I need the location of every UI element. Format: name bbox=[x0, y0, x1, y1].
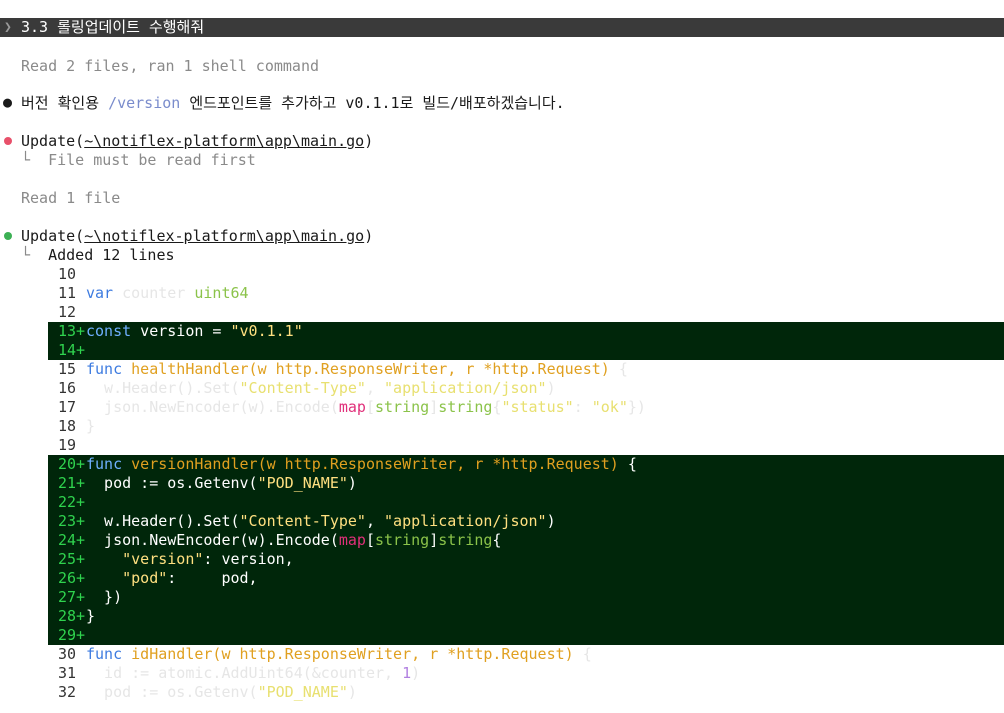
message-route: /version bbox=[108, 94, 181, 112]
diff-line: 31 id := atomic.AddUint64(&counter, 1) bbox=[57, 664, 421, 682]
diff-line-added: 22+ bbox=[48, 493, 1004, 512]
diff-line: 11 var counter uint64 bbox=[57, 284, 249, 302]
diff-view: 10 11 var counter uint64 12 13+const ver… bbox=[48, 265, 1004, 702]
diff-line: 30 func idHandler(w http.ResponseWriter,… bbox=[57, 645, 592, 663]
diff-line-added: 21+ pod := os.Getenv("POD_NAME") bbox=[48, 474, 1004, 493]
diff-line: 18 } bbox=[57, 417, 96, 435]
diff-line: 16 w.Header().Set("Content-Type", "appli… bbox=[57, 379, 556, 397]
update-1-result-text: File must be read first bbox=[48, 151, 256, 169]
update-1-header: Update(~\notiflex-platform\app\main.go) bbox=[21, 132, 373, 151]
update-1-close: ) bbox=[364, 132, 374, 150]
update-2-result: └ Added 12 lines bbox=[21, 246, 175, 265]
diff-line-added: 25+ "version": version, bbox=[48, 550, 1004, 569]
diff-line-added: 29+ bbox=[48, 626, 1004, 645]
update-1-result: └ File must be read first bbox=[21, 151, 256, 170]
error-dot-icon bbox=[4, 137, 12, 145]
diff-line-added: 26+ "pod": pod, bbox=[48, 569, 1004, 588]
update-2-header: Update(~\notiflex-platform\app\main.go) bbox=[21, 227, 373, 246]
diff-line-added: 28+} bbox=[48, 607, 1004, 626]
update-1-file-link[interactable]: ~\notiflex-platform\app\main.go bbox=[84, 132, 364, 150]
update-2-close: ) bbox=[364, 227, 374, 245]
diff-line: 15 func healthHandler(w http.ResponseWri… bbox=[57, 360, 628, 378]
status-read-files: Read 2 files, ran 1 shell command bbox=[21, 57, 320, 75]
diff-line: 17 json.NewEncoder(w).Encode(map[string]… bbox=[57, 398, 646, 416]
diff-line-added: 13+const version = "v0.1.1" bbox=[48, 322, 1004, 341]
update-2-file-link[interactable]: ~\notiflex-platform\app\main.go bbox=[84, 227, 364, 245]
success-dot-icon bbox=[4, 232, 12, 240]
message-text-before: 버전 확인용 bbox=[21, 94, 109, 112]
update-1-label: Update( bbox=[21, 132, 85, 150]
diff-line-added: 24+ json.NewEncoder(w).Encode(map[string… bbox=[48, 531, 1004, 550]
diff-line-added: 20+func versionHandler(w http.ResponseWr… bbox=[48, 455, 1004, 474]
diff-line-added: 23+ w.Header().Set("Content-Type", "appl… bbox=[48, 512, 1004, 531]
prompt-bar: ❯ 3.3 롤링업데이트 수행해줘 bbox=[0, 18, 1004, 37]
prompt-text: 3.3 롤링업데이트 수행해줘 bbox=[21, 18, 205, 36]
diff-line-added: 14+ bbox=[48, 341, 1004, 360]
message-text-after: 엔드포인트를 추가하고 v0.1.1로 빌드/배포하겠습니다. bbox=[180, 94, 565, 112]
diff-line: 19 bbox=[57, 436, 76, 454]
tree-branch-icon: └ bbox=[21, 246, 31, 264]
diff-line-added: 27+ }) bbox=[48, 588, 1004, 607]
tree-branch-icon: └ bbox=[21, 151, 31, 169]
status-read-file: Read 1 file bbox=[21, 189, 121, 207]
assistant-message: 버전 확인용 /version 엔드포인트를 추가하고 v0.1.1로 빌드/배… bbox=[21, 94, 565, 113]
diff-line: 10 bbox=[57, 265, 76, 283]
bullet-icon: ● bbox=[3, 93, 13, 111]
diff-line: 12 bbox=[57, 303, 76, 321]
diff-line: 32 pod := os.Getenv("POD_NAME") bbox=[57, 683, 357, 701]
update-2-result-text: Added 12 lines bbox=[48, 246, 175, 264]
chevron-right-icon: ❯ bbox=[4, 20, 12, 35]
update-2-label: Update( bbox=[21, 227, 85, 245]
